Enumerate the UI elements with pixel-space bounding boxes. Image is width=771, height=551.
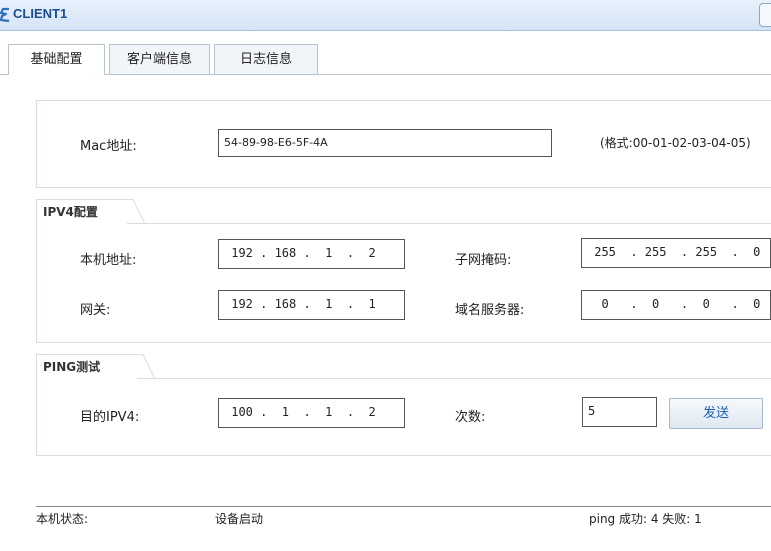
- tab-strip: 基础配置 客户端信息 日志信息: [0, 44, 771, 75]
- tab-client-info[interactable]: 客户端信息: [109, 44, 210, 74]
- gateway-label: 网关:: [80, 303, 111, 318]
- tab-log-info[interactable]: 日志信息: [214, 44, 318, 74]
- local-address-label: 本机地址:: [80, 253, 137, 268]
- destination-ipv4-field[interactable]: 100 . 1 . 1 . 2: [218, 398, 405, 428]
- client-pc-icon: [0, 7, 10, 23]
- ping-legend-text: PING测试: [43, 360, 101, 374]
- ping-count-field[interactable]: 5: [582, 397, 657, 427]
- local-ip-field[interactable]: 192 . 168 . 1 . 2: [218, 239, 405, 269]
- send-button[interactable]: 发送: [669, 398, 763, 429]
- legend-tab-edge: [137, 354, 155, 380]
- window-corner-control[interactable]: [759, 3, 771, 27]
- subnet-mask-field[interactable]: 255 . 255 . 255 . 0: [581, 238, 771, 268]
- gateway-field[interactable]: 192 . 168 . 1 . 1: [218, 290, 405, 320]
- dns-server-field[interactable]: 0 . 0 . 0 . 0: [581, 290, 771, 320]
- tab-basic-config[interactable]: 基础配置: [8, 44, 105, 75]
- ping-result: ping 成功: 4 失败: 1: [589, 512, 702, 526]
- subnet-mask-label: 子网掩码:: [455, 253, 512, 268]
- mac-label: Mac地址:: [80, 139, 137, 154]
- window-title: CLIENT1: [13, 6, 68, 21]
- dns-server-label: 域名服务器:: [455, 303, 525, 318]
- destination-ipv4-label: 目的IPV4:: [80, 410, 140, 425]
- status-divider: [36, 506, 771, 507]
- ipv4-legend: IPV4配置: [36, 199, 145, 225]
- mac-address-field[interactable]: 54-89-98-E6-5F-4A: [218, 129, 552, 157]
- title-bar: CLIENT1: [0, 0, 771, 31]
- legend-tab-edge: [127, 199, 145, 225]
- ping-legend: PING测试: [36, 354, 155, 380]
- device-status: 设备启动: [215, 512, 264, 526]
- ping-count-label: 次数:: [455, 410, 486, 425]
- mac-format-hint: (格式:00-01-02-03-04-05): [600, 136, 751, 150]
- status-label: 本机状态:: [36, 512, 89, 526]
- ipv4-legend-text: IPV4配置: [43, 205, 98, 219]
